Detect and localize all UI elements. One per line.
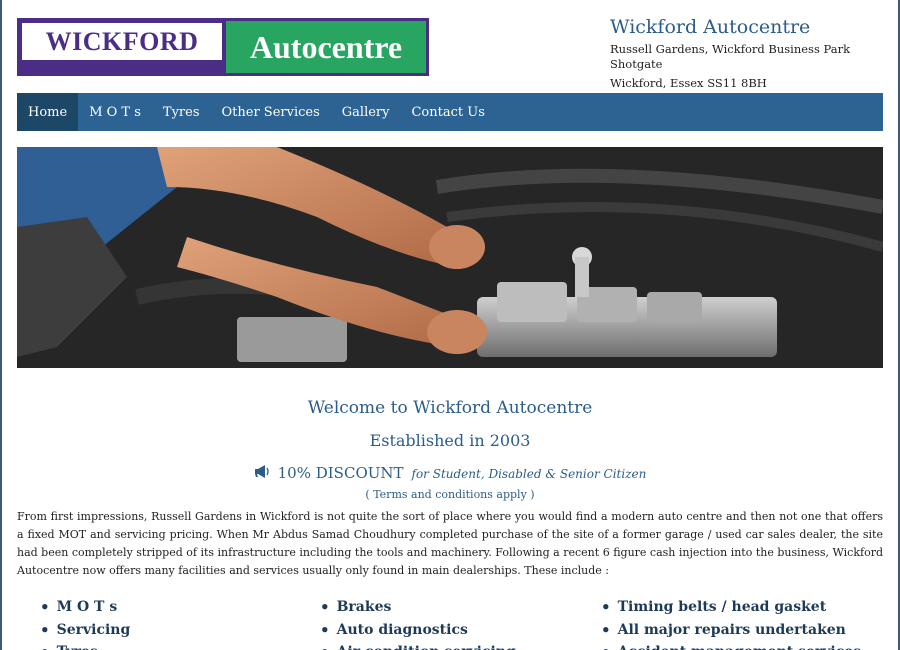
site-logo[interactable]: WICKFORD Autocentre [17,18,429,76]
services-list-3: Timing belts / head gasket All major rep… [601,596,861,650]
welcome-heading: Welcome to Wickford Autocentre [307,398,593,418]
discount-percent: 10% DISCOUNT [277,464,404,482]
terms-note[interactable]: ( Terms and conditions apply ) [0,488,900,501]
nav-item-tyres[interactable]: Tyres [152,93,211,131]
service-item: Servicing [40,619,131,642]
service-item: All major repairs undertaken [601,619,861,642]
address-line-1: Russell Gardens, Wickford Business Park … [610,42,851,71]
nav-item-home[interactable]: Home [17,93,79,131]
service-item: Auto diagnostics [320,619,516,642]
discount-eligibility: for Student, Disabled & Senior Citizen [411,467,647,481]
hero-image [17,147,883,368]
nav-item-contact-us[interactable]: Contact Us [400,93,495,131]
service-item: M O T s [40,596,130,619]
services-list-2: Brakes Auto diagnostics Air condition se… [320,596,516,650]
service-item: Timing belts / head gasket [601,596,861,619]
service-item: Brakes [320,596,516,619]
service-item: Air condition servicing [320,641,516,650]
intro-paragraph: From first impressions, Russell Gardens … [17,510,883,577]
logo-autocentre-text: Autocentre [226,21,426,73]
service-item: Tyres [40,641,130,650]
hero-engine-illustration [17,147,883,368]
discount-banner: 10% DISCOUNT for Student, Disabled & Sen… [0,464,900,482]
megaphone-icon [254,465,270,482]
logo-wickford-text: WICKFORD [22,23,222,60]
header-title: Wickford Autocentre [610,16,811,38]
main-nav: Home M O T s Tyres Other Services Galler… [17,93,883,131]
header-address: Wickford Autocentre Russell Gardens, Wic… [610,16,900,91]
service-item: Accident management services [601,641,861,650]
nav-item-gallery[interactable]: Gallery [331,93,401,131]
nav-item-other-services[interactable]: Other Services [211,93,331,131]
established-heading: Established in 2003 [369,431,531,450]
nav-item-mots[interactable]: M O T s [78,93,152,131]
address-line-2: Wickford, Essex SS11 8BH [610,76,767,90]
services-list-1: M O T s Servicing Tyres [40,596,131,650]
